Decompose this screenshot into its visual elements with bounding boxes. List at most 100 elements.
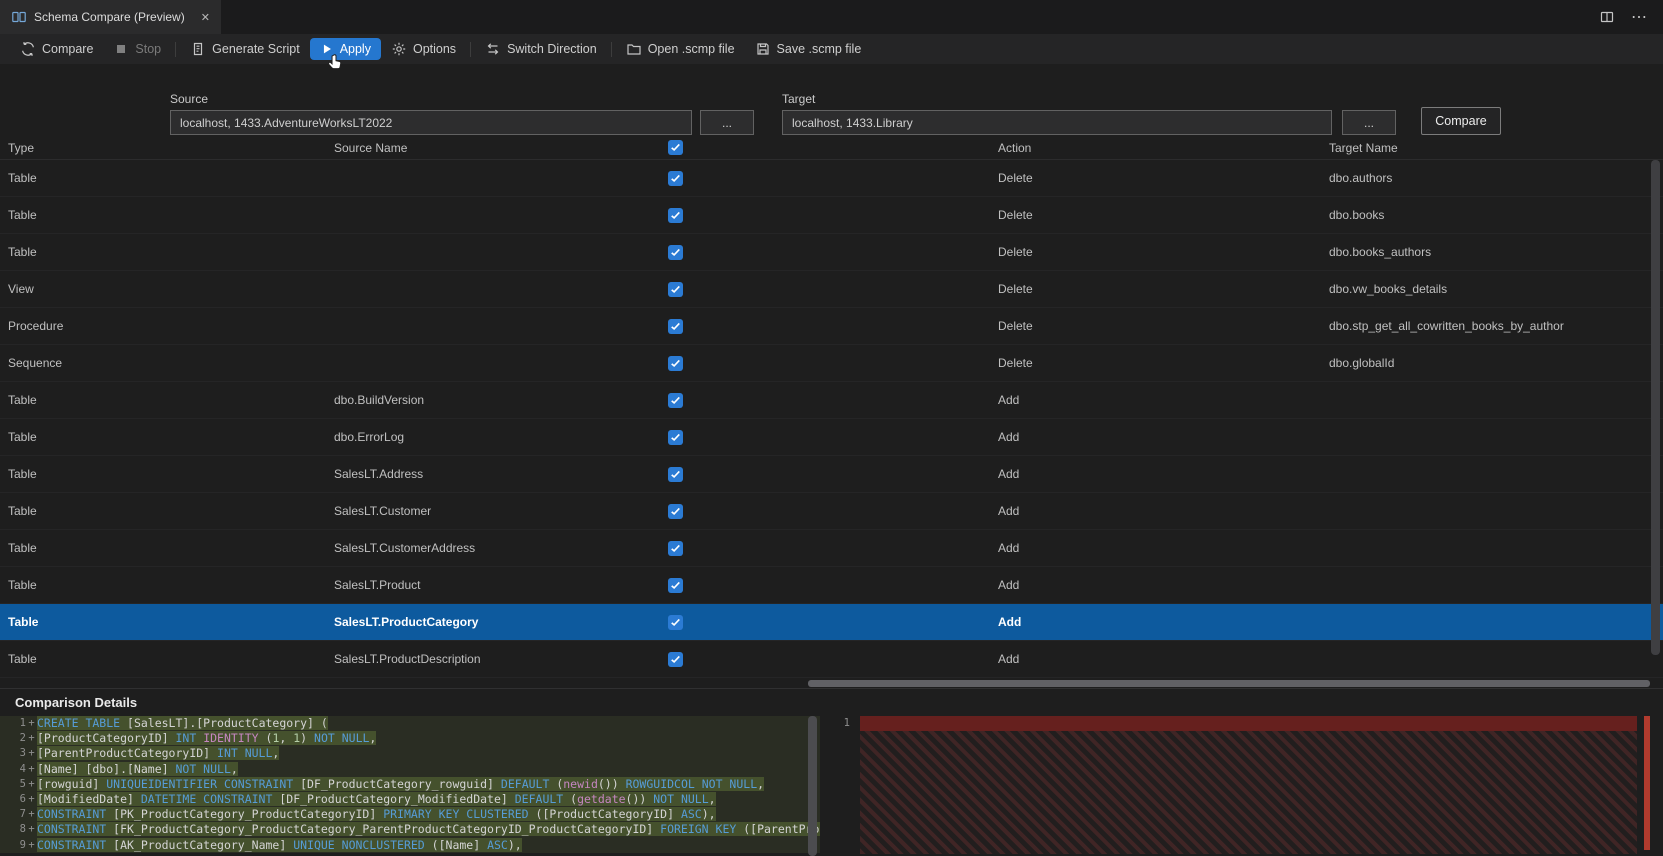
check-icon: [671, 143, 680, 152]
line-number: 9: [19, 838, 26, 851]
table-row[interactable]: Table SalesLT.ProductCategory Add: [0, 604, 1663, 641]
open-scmp-label: Open .scmp file: [647, 42, 735, 56]
compare-button[interactable]: Compare: [1421, 107, 1501, 135]
row-include-checkbox[interactable]: [668, 429, 683, 445]
row-include-checkbox[interactable]: [668, 392, 683, 408]
diff-left-scrollbar[interactable]: [808, 716, 817, 856]
schema-compare-icon: [11, 9, 27, 25]
comparison-details-title: Comparison Details: [15, 695, 138, 710]
row-checkbox-cell: [668, 530, 683, 566]
code-text: [ParentProductCategoryID] INT NULL,: [37, 746, 280, 761]
switch-direction-button[interactable]: Switch Direction: [475, 37, 607, 61]
target-browse-button[interactable]: ...: [1342, 110, 1396, 135]
row-action-cell: Add: [998, 615, 1022, 629]
line-number: 1: [843, 717, 850, 729]
play-icon: [320, 42, 334, 56]
table-row[interactable]: Table SalesLT.Customer Add: [0, 493, 1663, 530]
row-include-checkbox[interactable]: [668, 577, 683, 593]
row-include-checkbox[interactable]: [668, 614, 683, 630]
diff-source-pane[interactable]: 1 + CREATE TABLE [SalesLT].[ProductCategor…: [0, 716, 820, 856]
header-action[interactable]: Action: [998, 136, 1031, 159]
code-text: CONSTRAINT [AK_ProductCategory_Name] UNI…: [37, 837, 522, 852]
row-action-cell: Delete: [998, 282, 1033, 296]
row-include-checkbox[interactable]: [668, 466, 683, 482]
row-source-name-cell: SalesLT.Product: [334, 578, 421, 592]
row-type-cell: Table: [8, 393, 37, 407]
tab-bar-actions: ⋯: [1599, 0, 1663, 34]
table-row[interactable]: Sequence Delete dbo.globalId: [0, 345, 1663, 382]
table-row[interactable]: Table dbo.ErrorLog Add: [0, 419, 1663, 456]
compare-toolbar-button[interactable]: Compare: [10, 37, 103, 61]
table-row[interactable]: Table dbo.BuildVersion Add: [0, 382, 1663, 419]
row-type-cell: Table: [8, 430, 37, 444]
table-row[interactable]: View Delete dbo.vw_books_details: [0, 271, 1663, 308]
diff-editor: 1 + CREATE TABLE [SalesLT].[ProductCategor…: [0, 716, 1663, 856]
save-scmp-button[interactable]: Save .scmp file: [745, 37, 872, 61]
check-icon: [671, 211, 680, 219]
row-include-checkbox[interactable]: [668, 503, 683, 519]
diff-source-code: 1 + CREATE TABLE [SalesLT].[ProductCategor…: [0, 716, 820, 853]
table-row[interactable]: Table Delete dbo.authors: [0, 160, 1663, 197]
generate-script-button[interactable]: Generate Script: [180, 37, 310, 61]
select-all-checkbox[interactable]: [668, 140, 683, 155]
code-text: CONSTRAINT [PK_ProductCategory_ProductCa…: [37, 807, 716, 822]
header-type[interactable]: Type: [8, 136, 34, 159]
row-type-cell: View: [8, 282, 34, 296]
row-type-cell: Table: [8, 504, 37, 518]
row-include-checkbox[interactable]: [668, 355, 683, 371]
row-include-checkbox[interactable]: [668, 207, 683, 223]
table-row[interactable]: Table Delete dbo.books: [0, 197, 1663, 234]
more-actions-icon[interactable]: ⋯: [1631, 7, 1647, 27]
row-action-cell: Add: [998, 504, 1020, 518]
apply-button[interactable]: Apply: [309, 38, 381, 70]
table-row[interactable]: Procedure Delete dbo.stp_get_all_cowritten…: [0, 308, 1663, 345]
header-source-name[interactable]: Source Name: [334, 136, 407, 159]
row-include-checkbox[interactable]: [668, 318, 683, 334]
table-row[interactable]: Table SalesLT.CustomerAddress Add: [0, 530, 1663, 567]
row-action-cell: Add: [998, 652, 1020, 666]
row-checkbox-cell: [668, 234, 683, 270]
row-type-cell: Table: [8, 467, 37, 481]
switch-direction-label: Switch Direction: [507, 42, 597, 56]
diff-added-line: 8 + CONSTRAINT [FK_ProductCategory_Product…: [0, 822, 820, 838]
row-checkbox-cell: [668, 160, 683, 196]
table-row[interactable]: Table SalesLT.Address Add: [0, 456, 1663, 493]
row-action-cell: Add: [998, 541, 1020, 555]
check-icon: [671, 470, 680, 478]
row-source-name-cell: SalesLT.ProductDescription: [334, 652, 481, 666]
row-source-name-cell: SalesLT.Customer: [334, 504, 432, 518]
split-editor-icon[interactable]: [1599, 9, 1615, 25]
row-include-checkbox[interactable]: [668, 170, 683, 186]
tab-schema-compare[interactable]: Schema Compare (Preview) ✕: [0, 0, 221, 34]
diff-added-line: 3 + [ParentProductCategoryID] INT NULL,: [0, 746, 820, 762]
header-target-name[interactable]: Target Name: [1329, 136, 1398, 159]
diff-added-line: 2 + [ProductCategoryID] INT IDENTITY (1, 1…: [0, 731, 820, 747]
row-action-cell: Delete: [998, 171, 1033, 185]
row-include-checkbox[interactable]: [668, 244, 683, 260]
table-row[interactable]: Table SalesLT.ProductDescription Add: [0, 641, 1663, 678]
line-number: 1: [19, 717, 26, 729]
table-row[interactable]: Table SalesLT.Product Add: [0, 567, 1663, 604]
table-row[interactable]: Table Delete dbo.books_authors: [0, 234, 1663, 271]
row-include-checkbox[interactable]: [668, 281, 683, 297]
row-source-name-cell: SalesLT.CustomerAddress: [334, 541, 476, 555]
check-icon: [671, 174, 680, 182]
options-button[interactable]: Options: [381, 37, 466, 61]
grid-horizontal-scrollbar[interactable]: [808, 680, 1650, 687]
grid-header-row: Type Source Name Action Target Name: [0, 136, 1663, 160]
diff-target-pane[interactable]: 1: [822, 716, 1663, 854]
source-connection-input[interactable]: [170, 110, 692, 135]
line-number: 3: [19, 747, 26, 760]
row-action-cell: Delete: [998, 319, 1033, 333]
row-include-checkbox[interactable]: [668, 651, 683, 667]
target-connection-input[interactable]: [782, 110, 1332, 135]
code-text: CREATE TABLE [SalesLT].[ProductCategory]…: [37, 716, 328, 730]
source-browse-button[interactable]: ...: [700, 110, 754, 135]
row-include-checkbox[interactable]: [668, 540, 683, 556]
open-scmp-button[interactable]: Open .scmp file: [616, 37, 745, 61]
close-icon[interactable]: ✕: [201, 11, 210, 24]
grid-vertical-scrollbar[interactable]: [1651, 160, 1660, 655]
generate-script-label: Generate Script: [212, 42, 300, 56]
row-checkbox-cell: [668, 604, 683, 640]
stop-button[interactable]: Stop: [103, 37, 171, 61]
